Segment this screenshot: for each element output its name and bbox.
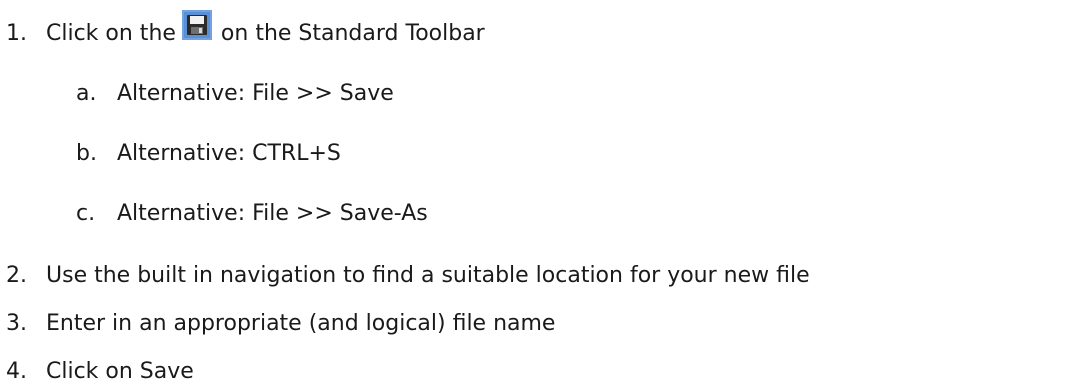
step-number: 2. — [6, 263, 27, 288]
step-3: 3. Enter in an appropriate (and logical)… — [6, 310, 555, 338]
substep-text: Alternative: File >> Save — [117, 81, 394, 106]
step-number: 4. — [6, 359, 27, 384]
step-text-after-icon: on the Standard Toolbar — [220, 21, 485, 46]
substep-a: a. Alternative: File >> Save — [76, 80, 394, 108]
substep-letter: b. — [76, 141, 97, 166]
substep-text: Alternative: CTRL+S — [117, 141, 341, 166]
step-number: 1. — [6, 21, 27, 46]
step-number: 3. — [6, 311, 27, 336]
step-4: 4. Click on Save — [6, 358, 194, 386]
substep-text: Alternative: File >> Save-As — [117, 201, 428, 226]
save-floppy-icon — [181, 10, 212, 40]
substep-letter: c. — [76, 201, 96, 226]
step-text: Use the built in navigation to find a su… — [46, 263, 810, 288]
substep-c: c. Alternative: File >> Save-As — [76, 200, 428, 228]
step-text: Enter in an appropriate (and logical) fi… — [46, 311, 556, 336]
instruction-document: 1. Click on the on the Standard Toolbar … — [0, 0, 1084, 384]
step-text-before-icon: Click on the — [46, 21, 176, 46]
step-text: Click on Save — [46, 359, 194, 384]
step-1: 1. Click on the on the Standard Toolbar — [6, 10, 485, 48]
step-2: 2. Use the built in navigation to find a… — [6, 262, 810, 290]
substep-letter: a. — [76, 81, 97, 106]
substep-b: b. Alternative: CTRL+S — [76, 140, 341, 168]
